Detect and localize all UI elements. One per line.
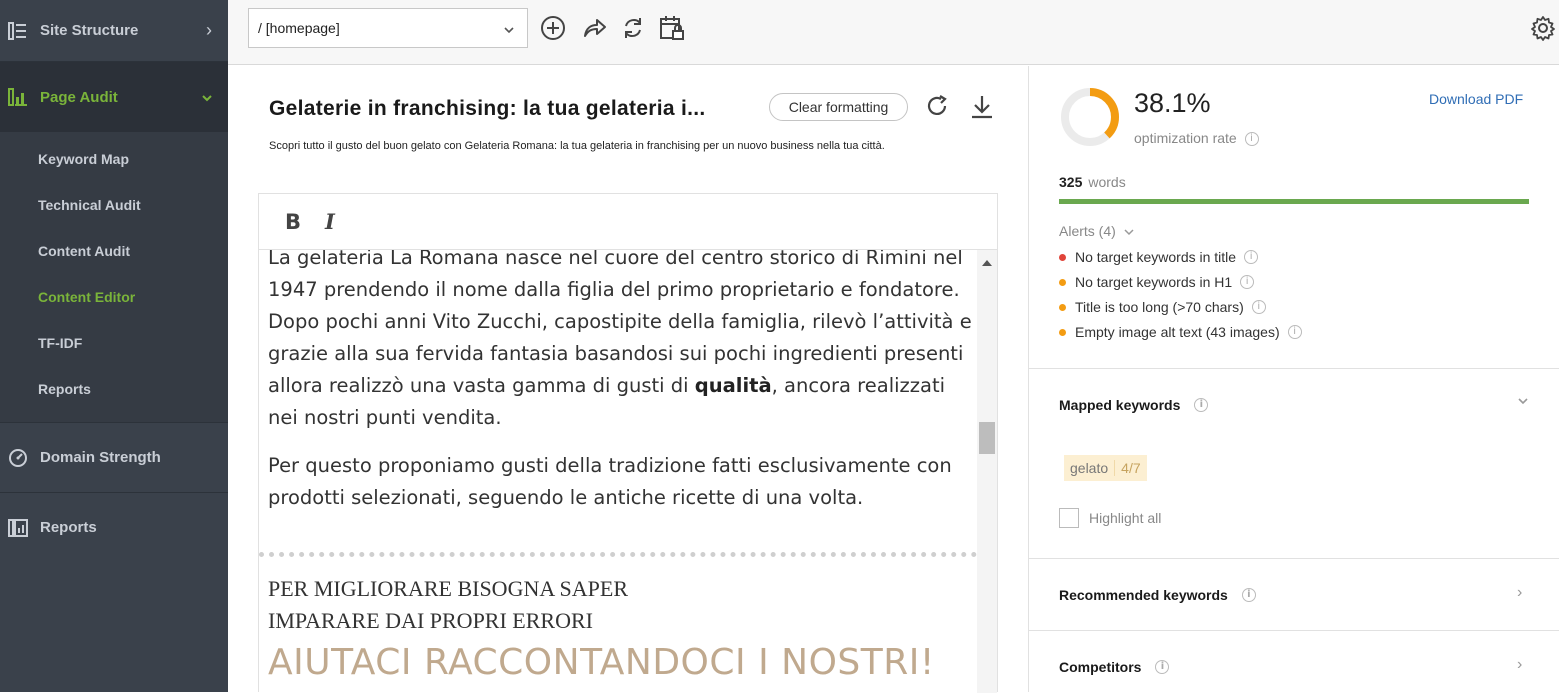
chevron-right-icon: › — [206, 20, 212, 40]
sidebar-item-reports-sub[interactable]: Reports — [0, 366, 228, 412]
add-button[interactable] — [537, 12, 569, 44]
site-structure-icon — [8, 21, 28, 41]
sidebar-item-technical-audit[interactable]: Technical Audit — [0, 182, 228, 228]
download-pdf-link[interactable]: Download PDF — [1429, 91, 1523, 107]
paragraph: Per questo proponiamo gusti della tradiz… — [268, 454, 952, 509]
divider — [1029, 558, 1559, 559]
calendar-lock-icon — [660, 16, 684, 40]
share-button[interactable] — [578, 12, 610, 44]
divider — [1029, 630, 1559, 631]
alert-dot — [1059, 253, 1066, 261]
optimization-donut — [1061, 88, 1119, 146]
alert-item: No target keywords in title i — [1059, 249, 1259, 265]
highlight-all-checkbox[interactable]: Highlight all — [1059, 508, 1161, 528]
scroll-thumb[interactable] — [979, 422, 995, 454]
scroll-up-icon[interactable] — [982, 260, 992, 266]
dotted-divider — [259, 552, 977, 558]
meta-description[interactable]: Scopri tutto il gusto del buon gelato co… — [269, 140, 885, 152]
sidebar-item-tf-idf[interactable]: TF-IDF — [0, 320, 228, 366]
chevron-down-icon — [503, 21, 515, 37]
sidebar-item-label: Domain Strength — [40, 449, 161, 466]
page-audit-subnav: Keyword Map Technical Audit Content Audi… — [0, 132, 228, 422]
content-editor: Gelaterie in franchising: la tua gelater… — [228, 66, 1028, 693]
sidebar-item-keyword-map[interactable]: Keyword Map — [0, 136, 228, 182]
sync-button[interactable] — [617, 12, 649, 44]
chevron-down-icon — [202, 89, 212, 105]
sidebar-item-label: Page Audit — [40, 88, 118, 106]
download-icon — [972, 96, 992, 119]
page-select-value: / [homepage] — [258, 20, 340, 36]
refresh-icon — [927, 95, 947, 115]
alert-item: No target keywords in H1 i — [1059, 274, 1255, 290]
chevron-right-icon[interactable]: › — [1517, 584, 1522, 602]
divider — [1029, 368, 1559, 369]
checkbox[interactable] — [1059, 508, 1079, 528]
mapped-keywords-header[interactable]: Mapped keywords i — [1059, 397, 1209, 413]
plus-circle-icon — [541, 16, 565, 40]
reports-icon — [8, 518, 28, 538]
info-icon[interactable]: i — [1244, 132, 1259, 147]
sidebar-item-label: Reports — [40, 519, 97, 536]
sidebar-item-reports[interactable]: Reports — [0, 492, 228, 562]
download-button[interactable] — [970, 94, 994, 125]
info-icon[interactable]: i — [1241, 588, 1256, 602]
sidebar-item-label: Site Structure — [40, 22, 139, 39]
info-icon[interactable]: i — [1287, 325, 1302, 339]
recommended-keywords-header[interactable]: Recommended keywords i — [1059, 587, 1256, 603]
sidebar: Site Structure › Page Audit Keyword Map … — [0, 0, 228, 692]
sidebar-item-site-structure[interactable]: Site Structure › — [0, 0, 228, 62]
alert-dot — [1059, 278, 1066, 286]
chevron-down-icon — [1124, 229, 1134, 236]
gear-icon — [1531, 16, 1555, 41]
paragraph: La gelateria La Romana nasce nel cuore d… — [268, 250, 972, 429]
info-icon[interactable]: i — [1251, 300, 1266, 314]
large-heading: AIUTACI RACCONTANDOCI I NOSTRI! — [268, 642, 935, 683]
bold-button[interactable]: B — [285, 210, 301, 234]
page-audit-icon — [8, 87, 28, 107]
sidebar-item-content-editor[interactable]: Content Editor — [0, 274, 228, 320]
editor-body[interactable]: La gelateria La Romana nasce nel cuore d… — [259, 250, 979, 693]
clear-formatting-button[interactable]: Clear formatting — [769, 93, 908, 121]
sync-icon — [625, 18, 641, 38]
audit-panel: 38.1% optimization rate i Download PDF 3… — [1028, 66, 1559, 692]
alerts-toggle[interactable]: Alerts (4) — [1059, 223, 1134, 239]
info-icon[interactable]: i — [1155, 660, 1170, 674]
sidebar-item-domain-strength[interactable]: Domain Strength — [0, 422, 228, 492]
schedule-button[interactable] — [656, 12, 688, 44]
serif-heading-line: IMPARARE DAI PROPRI ERRORI — [268, 608, 593, 633]
serif-heading-line: PER MIGLIORARE BISOGNA SAPER — [268, 576, 628, 601]
top-toolbar: / [homepage] — [228, 0, 1559, 65]
chevron-down-icon[interactable] — [1517, 392, 1529, 410]
competitors-header[interactable]: Competitors i — [1059, 659, 1170, 675]
refresh-button[interactable] — [925, 94, 949, 123]
word-count-bar — [1059, 199, 1529, 204]
format-toolbar: B I — [259, 194, 997, 250]
italic-button[interactable]: I — [325, 209, 335, 234]
gauge-icon — [8, 448, 28, 468]
page-select[interactable]: / [homepage] — [248, 8, 528, 48]
info-icon[interactable]: i — [1194, 398, 1209, 412]
optimization-rate-label: optimization rate i — [1134, 130, 1259, 147]
sidebar-item-page-audit[interactable]: Page Audit — [0, 62, 228, 132]
info-icon[interactable]: i — [1244, 250, 1259, 264]
alert-item: Title is too long (>70 chars) i — [1059, 299, 1266, 315]
chevron-right-icon[interactable]: › — [1517, 656, 1522, 674]
editor-scrollbar[interactable] — [977, 250, 997, 693]
page-title[interactable]: Gelaterie in franchising: la tua gelater… — [269, 97, 749, 121]
keyword-tag[interactable]: gelato 4/7 — [1064, 455, 1147, 481]
settings-button[interactable] — [1527, 12, 1559, 44]
optimization-rate-value: 38.1% — [1134, 88, 1211, 118]
sidebar-item-content-audit[interactable]: Content Audit — [0, 228, 228, 274]
alert-dot — [1059, 303, 1066, 311]
word-count: 325 words — [1059, 174, 1126, 190]
alert-item: Empty image alt text (43 images) i — [1059, 324, 1302, 340]
share-icon — [584, 19, 606, 37]
info-icon[interactable]: i — [1240, 275, 1255, 289]
alert-dot — [1059, 328, 1066, 336]
editor-box: B I La gelateria La Romana nasce nel cuo… — [258, 193, 998, 693]
